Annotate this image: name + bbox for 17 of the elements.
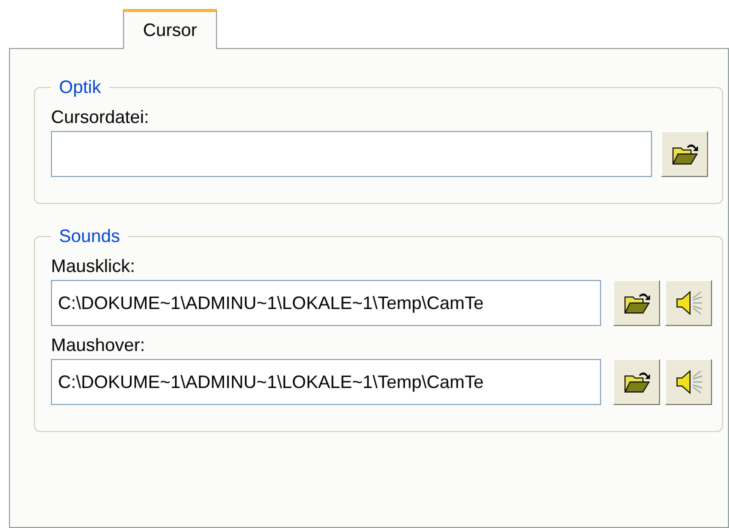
field-label: Cursordatei: <box>51 106 150 128</box>
tab[interactable]: Cursor <box>123 9 217 49</box>
path-field[interactable]: C:\DOKUME~1\ADMINU~1\LOKALE~1\Temp\CamTe <box>51 280 602 326</box>
field-label: Maushover: <box>51 334 146 356</box>
field-label: Mausklick: <box>51 255 136 277</box>
folder-icon <box>622 291 651 315</box>
browse-button[interactable] <box>661 131 708 177</box>
play-sound-button[interactable] <box>665 359 712 405</box>
browse-button[interactable] <box>613 280 660 326</box>
folder-icon <box>670 142 698 166</box>
folder-icon <box>622 370 651 394</box>
browse-button[interactable] <box>613 359 660 405</box>
speaker-icon <box>674 289 704 317</box>
speaker-icon <box>674 368 704 396</box>
path-field[interactable]: C:\DOKUME~1\ADMINU~1\LOKALE~1\Temp\CamTe <box>51 359 602 405</box>
path-field[interactable] <box>51 131 652 177</box>
play-sound-button[interactable] <box>665 280 712 326</box>
